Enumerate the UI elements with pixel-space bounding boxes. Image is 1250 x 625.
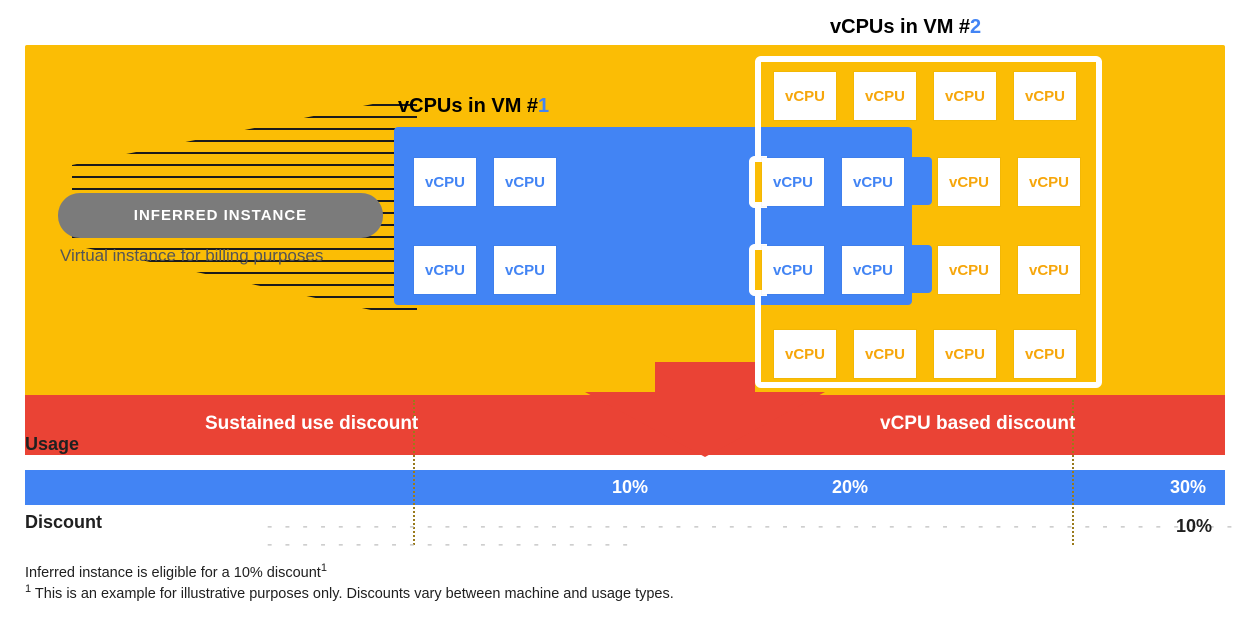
usage-30: 30% <box>1170 477 1206 498</box>
usage-10: 10% <box>612 477 648 498</box>
vcpu-discount-label: vCPU based discount <box>880 413 1075 435</box>
vcpu-tile: vCPU <box>1018 246 1080 294</box>
vcpu-tile: vCPU <box>1014 330 1076 378</box>
vcpu-tile: vCPU <box>762 246 824 294</box>
footnote-1-sup: 1 <box>321 562 327 574</box>
vcpu-tile: vCPU <box>842 246 904 294</box>
usage-20: 20% <box>832 477 868 498</box>
vcpu-tile: vCPU <box>938 246 1000 294</box>
vcpu-tile: vCPU <box>414 158 476 206</box>
vm1-label-num: 1 <box>538 95 549 117</box>
vcpu-tile: vCPU <box>854 72 916 120</box>
vcpu-tile: vCPU <box>774 330 836 378</box>
discount-10: 10% <box>1176 516 1212 537</box>
footnote-1-text: Inferred instance is eligible for a 10% … <box>25 565 321 581</box>
discount-leader: - - - - - - - - - - - - - - - - - - - - … <box>267 518 1250 554</box>
vcpu-tile: vCPU <box>774 72 836 120</box>
vcpu-tile: vCPU <box>1018 158 1080 206</box>
vcpu-tile: vCPU <box>494 158 556 206</box>
vcpu-tile: vCPU <box>842 158 904 206</box>
inferred-instance-pill: INFERRED INSTANCE <box>58 193 383 238</box>
vcpu-tile: vCPU <box>1014 72 1076 120</box>
vcpu-tile: vCPU <box>762 158 824 206</box>
pill-subtitle: Virtual instance for billing purposes <box>60 246 323 266</box>
vm1-label: vCPUs in VM #1 <box>398 95 549 118</box>
discount-label: Discount <box>25 512 102 533</box>
vm1-label-prefix: vCPUs in VM # <box>398 95 538 117</box>
vm2-label: vCPUs in VM #2 <box>830 16 981 39</box>
vm2-label-num: 2 <box>970 16 981 38</box>
vcpu-tile: vCPU <box>494 246 556 294</box>
pill-title: INFERRED INSTANCE <box>134 207 307 224</box>
vcpu-tile: vCPU <box>938 158 1000 206</box>
vm2-label-prefix: vCPUs in VM # <box>830 16 970 38</box>
usage-label: Usage <box>25 434 79 455</box>
vcpu-tile: vCPU <box>934 330 996 378</box>
footnote-line-1: Inferred instance is eligible for a 10% … <box>25 562 327 581</box>
footnote-2-text: This is an example for illustrative purp… <box>31 586 674 602</box>
footnote-line-2: 1 This is an example for illustrative pu… <box>25 583 674 602</box>
vcpu-tile: vCPU <box>934 72 996 120</box>
vcpu-tile: vCPU <box>854 330 916 378</box>
sustained-use-label: Sustained use discount <box>205 413 418 435</box>
vcpu-tile: vCPU <box>414 246 476 294</box>
